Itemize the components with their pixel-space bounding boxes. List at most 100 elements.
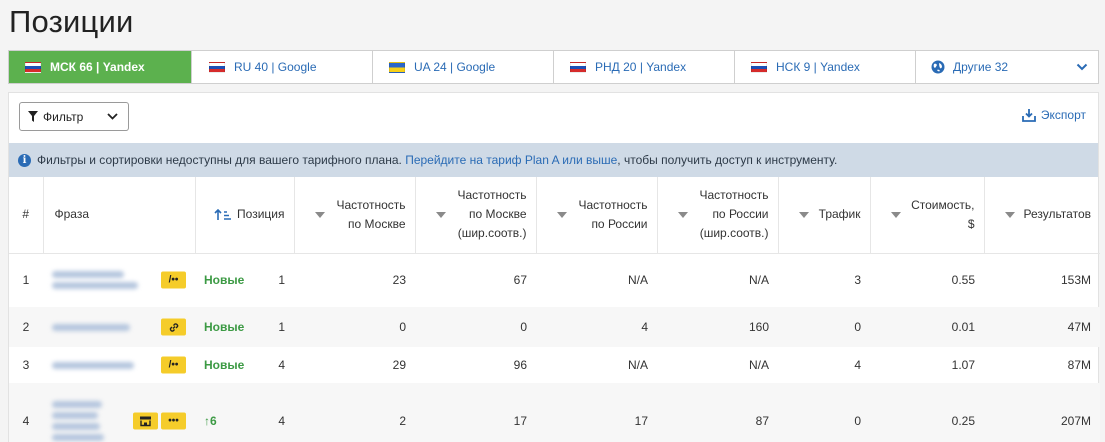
tab-nsk-yandex[interactable]: НСК 9 | Yandex [735, 51, 916, 83]
results: 47M [984, 307, 1100, 347]
export-label: Экспорт [1040, 108, 1086, 122]
redacted-phrase [52, 401, 102, 408]
cost: 0.01 [870, 307, 984, 347]
column-header-cost[interactable]: Стоимость, $ [870, 177, 985, 254]
position-value: 4 [278, 358, 285, 372]
freq-moscow: 23 [392, 273, 406, 288]
position-cell: ↑6 4 [195, 383, 294, 442]
redacted-phrase [52, 412, 98, 419]
tab-ru-google[interactable]: RU 40 | Google [192, 51, 373, 83]
link-badge-icon[interactable] [161, 318, 186, 336]
chevron-down-icon[interactable] [1076, 63, 1088, 71]
filter-label: Фильтр [43, 109, 84, 124]
freq-moscow-broad: 96 [513, 358, 527, 372]
freq-russia: N/A [627, 273, 648, 288]
results: 153M [1060, 273, 1091, 288]
download-icon [1022, 108, 1036, 122]
notice-text-end: , чтобы получить доступ к инструменту. [617, 153, 838, 167]
traffic: 0 [778, 307, 870, 347]
globe-icon [931, 60, 945, 74]
freq-russia-broad: N/A [748, 358, 769, 372]
export-button[interactable]: Экспорт [1022, 108, 1086, 122]
row-number: 1 [22, 273, 30, 288]
table-header: # Фраза Позиция Частотность по Москве Ча… [9, 177, 1100, 254]
position-status: Новые [204, 273, 245, 288]
sort-ascending-icon [214, 208, 232, 220]
table-row[interactable]: 1 /•• Новые 1 23 67 N/A N/A 3 0.55 153M [9, 253, 1100, 307]
notice-text: Фильтры и сортировки недоступны для ваше… [37, 153, 402, 167]
phrase-cell[interactable] [43, 307, 195, 347]
cost: 1.07 [951, 358, 975, 372]
sort-caret-icon [556, 211, 567, 218]
column-header-results[interactable]: Результатов [984, 177, 1100, 254]
more-badge-icon[interactable]: ••• [161, 412, 186, 430]
column-header-traffic[interactable]: Трафик [778, 177, 871, 254]
tab-label: UA 24 | Google [414, 60, 496, 74]
row-number: 2 [9, 307, 43, 347]
phrase-cell[interactable]: /•• [43, 347, 195, 383]
tab-label: НСК 9 | Yandex [776, 60, 860, 74]
traffic: 0 [778, 383, 870, 442]
ukraine-flag-icon [389, 61, 405, 73]
column-header-phrase[interactable]: Фраза [43, 177, 196, 254]
tab-msk-yandex[interactable]: МСК 66 | Yandex [9, 51, 192, 83]
positions-panel: Фильтр Экспорт i Фильтры и сортировки не… [8, 92, 1100, 442]
russia-flag-icon [209, 61, 225, 73]
russia-flag-icon [25, 61, 41, 73]
column-header-freq-moscow-broad[interactable]: Частотность по Москве (шир.соотв.) [415, 177, 537, 254]
tab-label: Другие 32 [953, 60, 1009, 74]
store-icon [140, 416, 151, 427]
position-status: Новые [204, 358, 245, 372]
redacted-phrase [52, 361, 134, 369]
russia-flag-icon [570, 61, 586, 73]
freq-russia: 4 [536, 307, 657, 347]
column-header-num: # [9, 177, 44, 254]
row-number: 4 [9, 383, 43, 442]
snippet-badge-icon[interactable]: /•• [161, 271, 186, 289]
freq-russia-broad: 160 [657, 307, 778, 347]
sort-caret-icon [798, 211, 809, 218]
freq-russia-broad: N/A [748, 273, 769, 288]
upgrade-plan-link[interactable]: Перейдите на тариф Plan A или выше [405, 153, 617, 167]
sort-caret-icon [314, 211, 325, 218]
position-cell: Новые 1 [195, 253, 294, 307]
phrase-cell[interactable]: /•• [43, 253, 195, 307]
table-row[interactable]: 4 ••• ↑6 4 2 17 17 87 0 0.25 207M [9, 383, 1100, 442]
position-value: 1 [278, 320, 285, 334]
table-row[interactable]: 2 Новые 1 0 0 4 160 0 0.01 47M [9, 307, 1100, 347]
position-cell: Новые 4 [195, 347, 294, 383]
tab-label: МСК 66 | Yandex [50, 60, 145, 74]
table-row[interactable]: 3 /•• Новые 4 29 96 N/A N/A 4 1.07 87M [9, 347, 1100, 383]
redacted-phrase [52, 282, 138, 290]
info-icon: i [18, 153, 31, 167]
sort-caret-icon [677, 211, 688, 218]
snippet-badge-icon[interactable]: /•• [161, 356, 186, 374]
tab-others-dropdown[interactable]: Другие 32 [916, 51, 1098, 83]
link-icon [169, 322, 178, 332]
sort-caret-icon [890, 211, 901, 218]
redacted-phrase [52, 423, 100, 430]
results: 87M [1067, 358, 1091, 372]
freq-moscow: 2 [294, 383, 415, 442]
freq-russia: 17 [536, 383, 657, 442]
toolbar: Фильтр Экспорт [9, 93, 1098, 143]
region-tabs: МСК 66 | Yandex RU 40 | Google UA 24 | G… [8, 50, 1099, 84]
freq-moscow-broad: 67 [513, 273, 527, 288]
column-header-freq-russia-broad[interactable]: Частотность по России (шир.соотв.) [657, 177, 779, 254]
page-title: Позиции [9, 4, 134, 39]
tab-ua-google[interactable]: UA 24 | Google [373, 51, 554, 83]
russia-flag-icon [751, 61, 767, 73]
redacted-phrase [52, 271, 124, 279]
sort-caret-icon [435, 211, 446, 218]
column-header-freq-russia[interactable]: Частотность по России [536, 177, 658, 254]
traffic: 4 [854, 358, 861, 372]
position-cell: Новые 1 [195, 307, 294, 347]
tab-rnd-yandex[interactable]: РНД 20 | Yandex [554, 51, 735, 83]
column-header-position[interactable]: Позиция [195, 177, 295, 254]
column-header-freq-moscow[interactable]: Частотность по Москве [294, 177, 416, 254]
funnel-icon [28, 111, 38, 122]
filter-button[interactable]: Фильтр [19, 102, 129, 131]
shop-badge-icon[interactable] [133, 412, 158, 430]
row-number: 3 [22, 358, 30, 372]
phrase-cell[interactable]: ••• [43, 383, 195, 442]
